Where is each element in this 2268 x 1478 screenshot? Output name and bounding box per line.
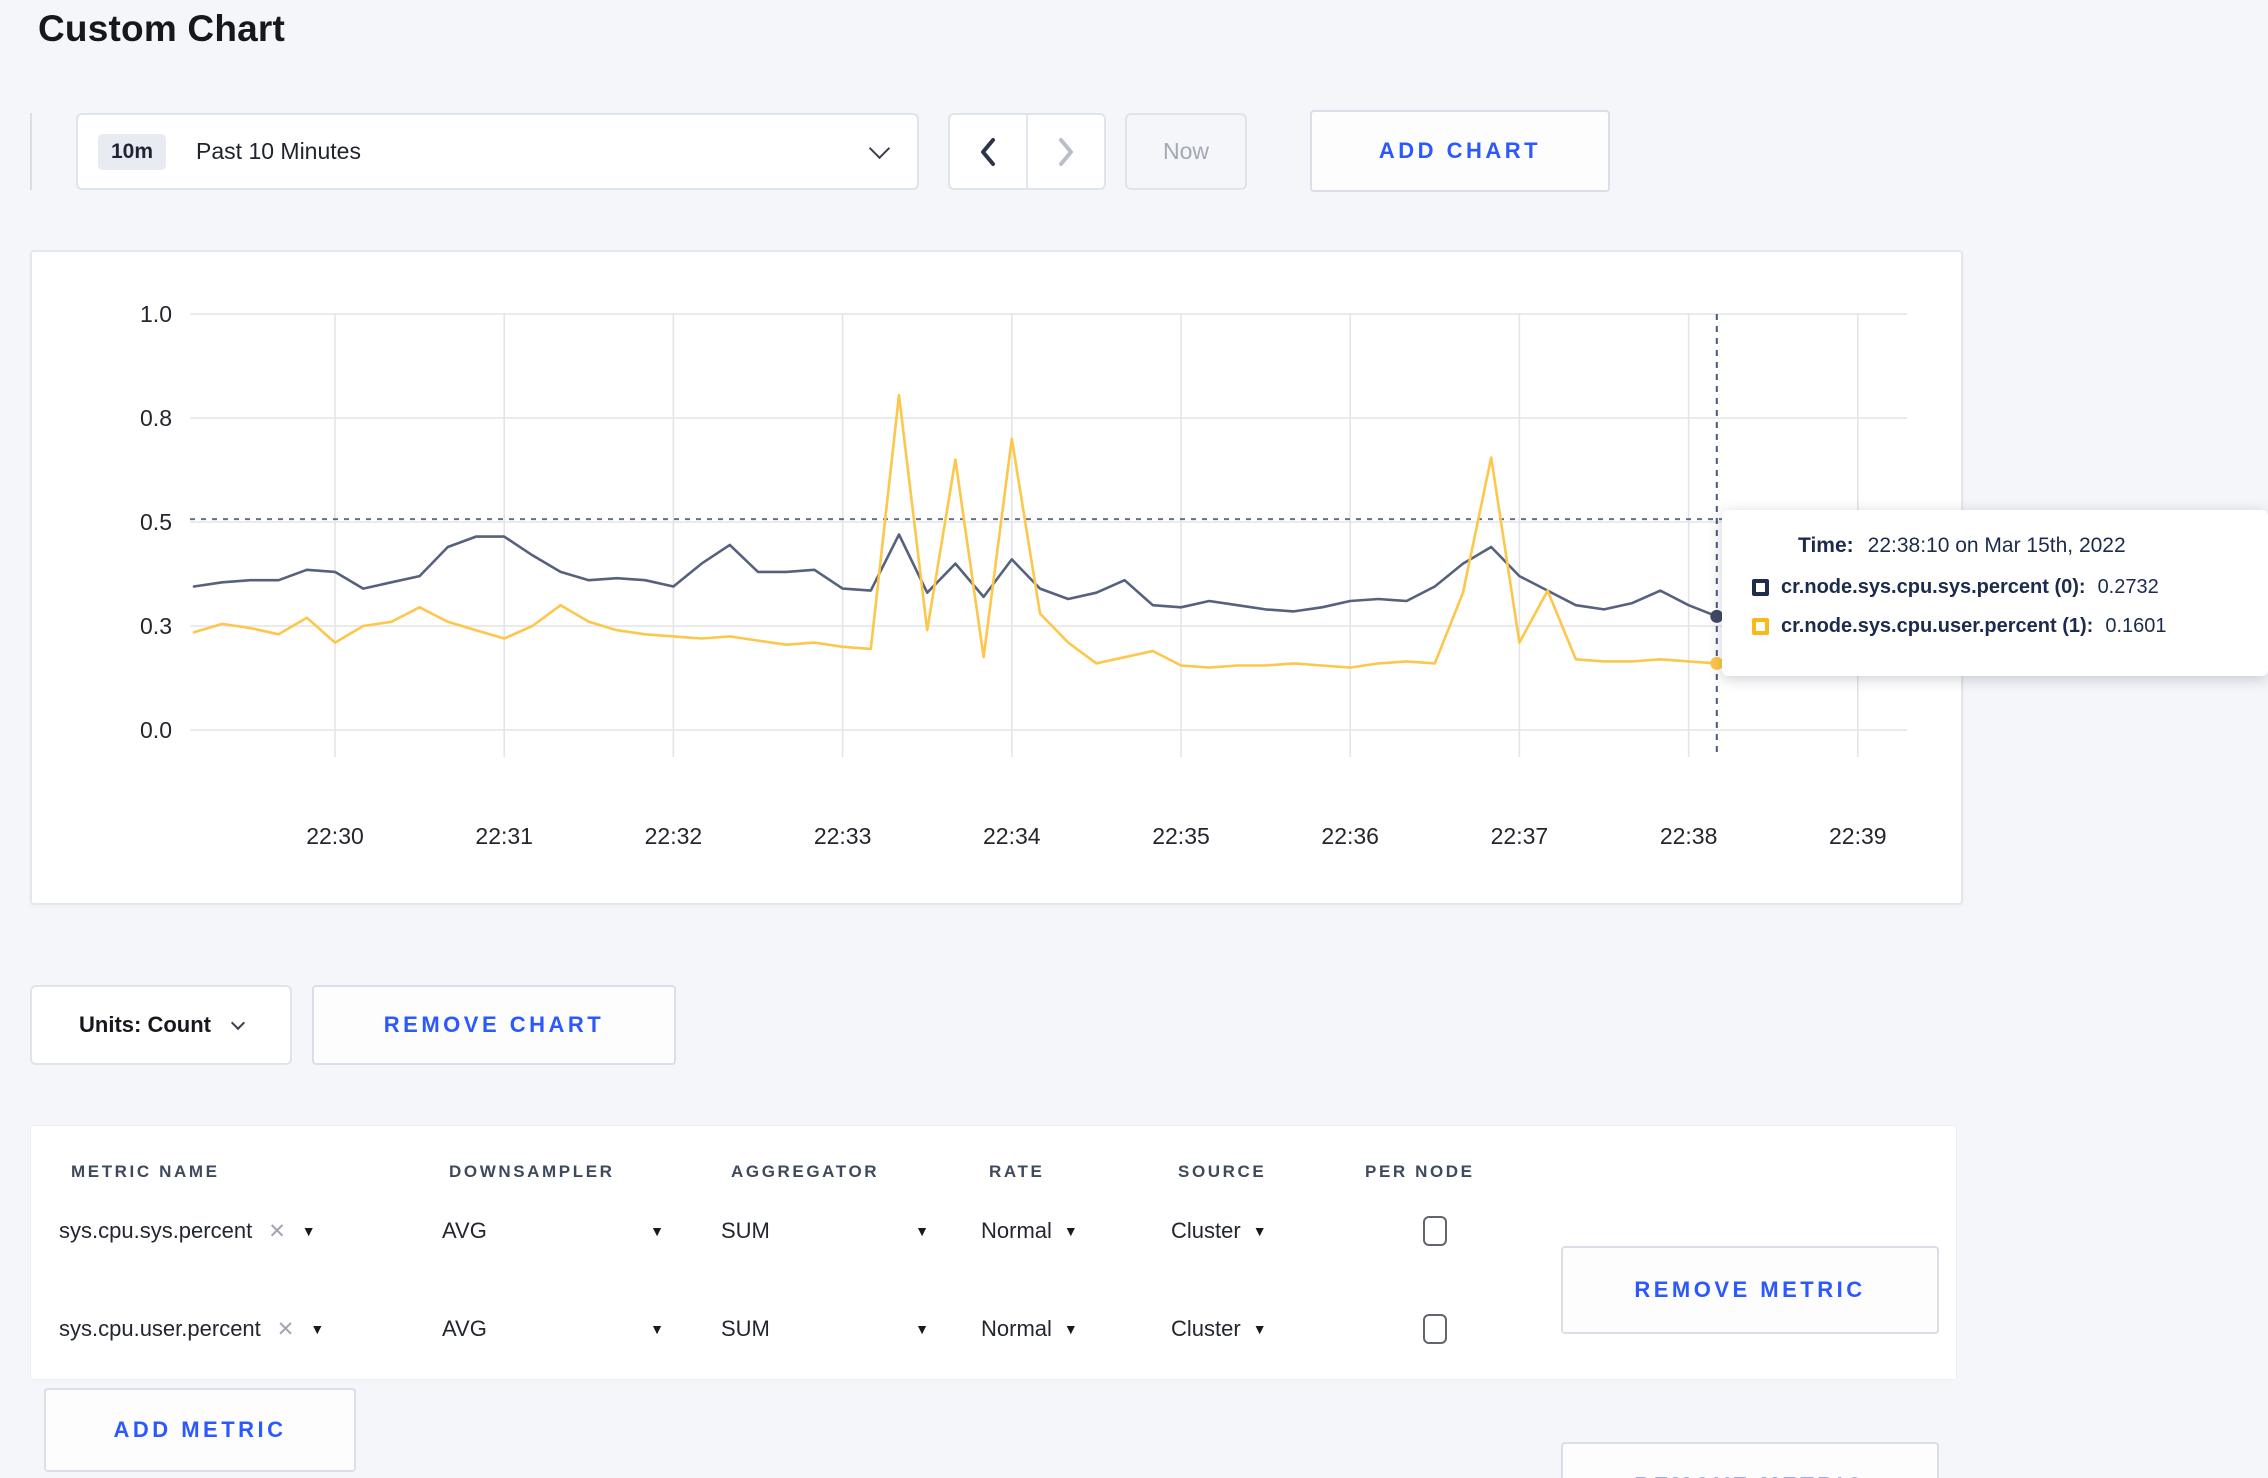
tooltip-time-value: 22:38:10 on Mar 15th, 2022 [1867, 534, 2126, 557]
next-time-button[interactable] [1028, 115, 1104, 188]
caret-down-icon[interactable]: ▼ [310, 1321, 324, 1337]
chevron-left-icon [981, 137, 995, 166]
page-title: Custom Chart [38, 8, 286, 49]
downsampler-value: AVG [442, 1218, 487, 1243]
rate-value: Normal [981, 1218, 1052, 1243]
units-label: Units: Count [79, 1012, 211, 1037]
tooltip-time-row: Time: 22:38:10 on Mar 15th, 2022 [1798, 534, 2238, 558]
custom-chart-page: Custom Chart 10m Past 10 Minutes Now ADD… [0, 0, 2268, 1478]
now-button[interactable]: Now [1125, 113, 1247, 190]
per-node-cell [1423, 1182, 1447, 1280]
rate-select[interactable]: Normal ▼ [981, 1280, 1078, 1378]
metrics-table: METRIC NAME DOWNSAMPLER AGGREGATOR RATE … [30, 1125, 1957, 1478]
source-value: Cluster [1171, 1218, 1241, 1243]
metric-name-dropdown[interactable]: sys.cpu.sys.percent ✕ ▼ [59, 1182, 316, 1280]
tooltip-series-name: cr.node.sys.cpu.sys.percent (0): [1781, 576, 2086, 598]
time-range-badge: 10m [98, 133, 167, 170]
column-header-downsampler: DOWNSAMPLER [449, 1162, 615, 1181]
series-swatch-user-icon [1752, 618, 1769, 635]
per-node-checkbox[interactable] [1423, 1216, 1447, 1246]
svg-text:1.0: 1.0 [140, 301, 172, 327]
metric-row: sys.cpu.user.percent ✕ ▼ AVG ▼ SUM ▼ Nor… [31, 1280, 1956, 1478]
rate-value: Normal [981, 1316, 1052, 1341]
column-header-source: SOURCE [1178, 1162, 1267, 1181]
source-value: Cluster [1171, 1316, 1241, 1341]
svg-text:22:36: 22:36 [1321, 823, 1379, 849]
toolbar-divider [30, 113, 32, 190]
per-node-checkbox[interactable] [1423, 1314, 1447, 1344]
add-chart-button[interactable]: ADD CHART [1310, 110, 1610, 192]
remove-chart-button[interactable]: REMOVE CHART [312, 985, 676, 1065]
svg-text:22:32: 22:32 [645, 823, 703, 849]
aggregator-value: SUM [721, 1316, 770, 1341]
aggregator-select[interactable]: SUM ▼ [721, 1182, 929, 1280]
svg-text:22:33: 22:33 [814, 823, 872, 849]
chart-card: 0.0 0.3 0.5 0.8 1.0 22:30 22:31 22:32 22:33 22:34… [30, 250, 1963, 905]
column-header-aggregator: AGGREGATOR [731, 1162, 880, 1181]
downsampler-value: AVG [442, 1316, 487, 1341]
source-select[interactable]: Cluster ▼ [1171, 1280, 1267, 1378]
metric-name-value: sys.cpu.sys.percent [59, 1218, 253, 1243]
caret-down-icon: ▼ [650, 1223, 664, 1239]
tooltip-time-label: Time: [1798, 534, 1854, 557]
svg-text:22:30: 22:30 [306, 823, 364, 849]
metric-name-value: sys.cpu.user.percent [59, 1316, 261, 1341]
svg-text:0.8: 0.8 [140, 405, 172, 431]
chevron-down-icon [868, 137, 891, 159]
chart-tooltip: Time: 22:38:10 on Mar 15th, 2022 cr.node… [1722, 510, 2268, 676]
svg-text:22:34: 22:34 [983, 823, 1041, 849]
svg-text:0.0: 0.0 [140, 717, 172, 743]
caret-down-icon: ▼ [1252, 1223, 1267, 1239]
per-node-cell [1423, 1280, 1447, 1378]
downsampler-select[interactable]: AVG ▼ [442, 1280, 664, 1378]
units-selector[interactable]: Units: Count [30, 985, 292, 1065]
column-header-per-node: PER NODE [1365, 1162, 1475, 1181]
chevron-down-icon [230, 1015, 246, 1031]
add-metric-button[interactable]: ADD METRIC [44, 1388, 356, 1472]
time-range-selector[interactable]: 10m Past 10 Minutes [76, 113, 919, 190]
metric-name-dropdown[interactable]: sys.cpu.user.percent ✕ ▼ [59, 1280, 324, 1378]
tooltip-series-name: cr.node.sys.cpu.user.percent (1): [1781, 615, 2094, 637]
svg-text:22:35: 22:35 [1152, 823, 1210, 849]
svg-text:22:31: 22:31 [475, 823, 533, 849]
rate-select[interactable]: Normal ▼ [981, 1182, 1078, 1280]
caret-down-icon: ▼ [650, 1321, 664, 1337]
caret-down-icon: ▼ [915, 1223, 929, 1239]
series-swatch-sys-icon [1752, 579, 1769, 596]
caret-down-icon: ▼ [915, 1321, 929, 1337]
tooltip-series-row: cr.node.sys.cpu.user.percent (1): 0.1601 [1752, 615, 2238, 638]
svg-text:22:38: 22:38 [1660, 823, 1718, 849]
source-select[interactable]: Cluster ▼ [1171, 1182, 1267, 1280]
caret-down-icon: ▼ [1063, 1321, 1078, 1337]
column-header-rate: RATE [989, 1162, 1045, 1181]
svg-text:22:39: 22:39 [1829, 823, 1887, 849]
tooltip-series-value: 0.1601 [2105, 615, 2167, 637]
prev-time-button[interactable] [950, 115, 1028, 188]
caret-down-icon[interactable]: ▼ [302, 1223, 316, 1239]
clear-metric-icon[interactable]: ✕ [268, 1219, 286, 1244]
tooltip-series-value: 0.2732 [2097, 576, 2159, 598]
svg-text:0.3: 0.3 [140, 613, 172, 639]
column-header-metric-name: METRIC NAME [71, 1162, 220, 1181]
svg-text:22:37: 22:37 [1491, 823, 1549, 849]
aggregator-value: SUM [721, 1218, 770, 1243]
chevron-right-icon [1059, 137, 1073, 166]
tooltip-series-row: cr.node.sys.cpu.sys.percent (0): 0.2732 [1752, 576, 2238, 599]
caret-down-icon: ▼ [1063, 1223, 1078, 1239]
time-nav-group [948, 113, 1106, 190]
svg-text:0.5: 0.5 [140, 509, 172, 535]
timeseries-chart[interactable]: 0.0 0.3 0.5 0.8 1.0 22:30 22:31 22:32 22:33 22:34… [32, 252, 1961, 903]
remove-metric-button[interactable]: REMOVE METRIC [1561, 1442, 1939, 1478]
aggregator-select[interactable]: SUM ▼ [721, 1280, 929, 1378]
clear-metric-icon[interactable]: ✕ [277, 1317, 295, 1342]
downsampler-select[interactable]: AVG ▼ [442, 1182, 664, 1280]
metric-row: sys.cpu.sys.percent ✕ ▼ AVG ▼ SUM ▼ Norm… [31, 1182, 1956, 1334]
time-range-label: Past 10 Minutes [196, 138, 361, 164]
caret-down-icon: ▼ [1252, 1321, 1267, 1337]
